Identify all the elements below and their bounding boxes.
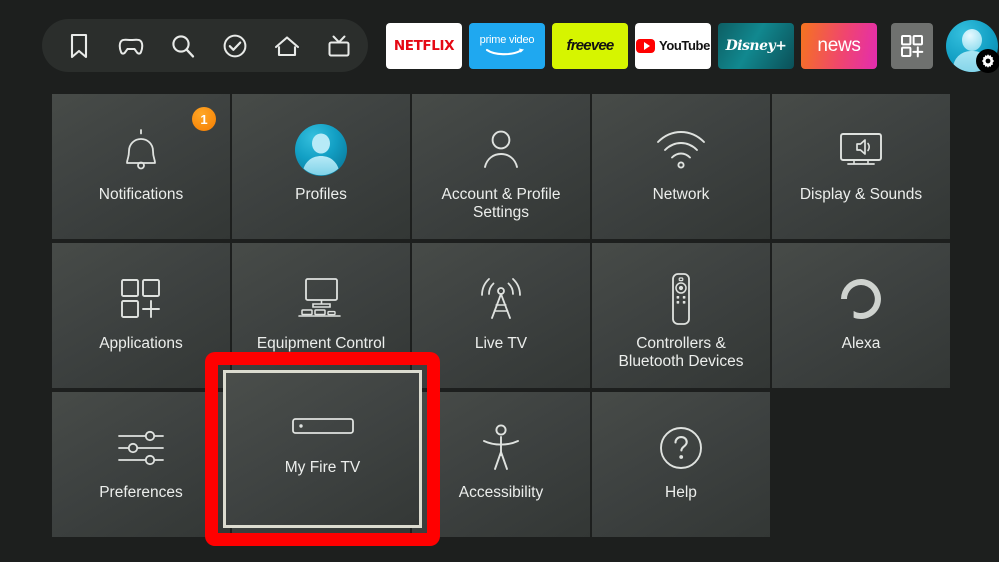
broadcast-tower-icon [474, 271, 528, 327]
tile-network[interactable]: Network [592, 94, 770, 239]
youtube-play-icon [636, 38, 656, 53]
tile-display-sounds[interactable]: Display & Sounds [772, 94, 950, 239]
settings-tile-grid: 1 Notifications Profiles Account & Profi… [52, 94, 950, 537]
tile-preferences[interactable]: Preferences [52, 392, 230, 537]
equipment-icon [294, 271, 348, 327]
top-navigation-bar: NETFLIX prime video freevee YouTube Disn… [42, 19, 999, 73]
app-tile-netflix[interactable]: NETFLIX [386, 22, 462, 69]
tv-speaker-icon [834, 122, 888, 178]
profile-avatar-icon [294, 122, 348, 178]
tile-account-profile-settings[interactable]: Account & Profile Settings [412, 94, 590, 239]
fire-tv-settings-screen: NETFLIX prime video freevee YouTube Disn… [0, 0, 999, 562]
search-icon[interactable] [168, 31, 198, 61]
wifi-icon [653, 122, 709, 178]
bell-icon [118, 122, 164, 178]
tile-label-alexa: Alexa [841, 335, 881, 352]
check-circle-icon[interactable] [220, 31, 250, 61]
live-tv-icon[interactable] [324, 31, 354, 61]
prime-smile-icon [485, 48, 524, 56]
tile-label-preferences: Preferences [99, 484, 183, 501]
tile-label-help: Help [665, 484, 697, 501]
app-shortcuts-row: NETFLIX prime video freevee YouTube Disn… [386, 19, 999, 73]
tile-equipment-control[interactable]: Equipment Control [232, 243, 410, 388]
tile-controllers-bluetooth[interactable]: Controllers & Bluetooth Devices [592, 243, 770, 388]
app-tile-youtube[interactable]: YouTube [635, 22, 711, 69]
app-label-netflix: NETFLIX [393, 37, 455, 54]
tile-label-accessibility: Accessibility [458, 484, 544, 501]
app-tile-freevee[interactable]: freevee [552, 22, 628, 69]
tile-label-display-sounds: Display & Sounds [799, 186, 923, 203]
gear-icon[interactable] [976, 48, 999, 73]
apps-plus-icon [117, 271, 165, 327]
person-outline-icon [477, 122, 525, 178]
tile-alexa[interactable]: Alexa [772, 243, 950, 388]
tile-label-account-profile-settings: Account & Profile Settings [441, 186, 561, 222]
alexa-ring-icon [837, 271, 885, 327]
tile-applications[interactable]: Applications [52, 243, 230, 388]
notifications-badge: 1 [192, 107, 216, 131]
tile-label-equipment-control: Equipment Control [256, 335, 386, 352]
app-tile-prime-video[interactable]: prime video [469, 22, 545, 69]
app-label-disney-plus: Disney+ [725, 37, 787, 54]
tile-label-profiles: Profiles [295, 186, 347, 203]
bookmark-icon[interactable] [64, 31, 94, 61]
app-tile-news[interactable]: news [801, 22, 877, 69]
tile-label-live-tv: Live TV [474, 335, 528, 352]
tile-profiles[interactable]: Profiles [232, 94, 410, 239]
fire-tv-stick-icon [291, 415, 355, 437]
app-tile-disney-plus[interactable]: Disney+ [718, 22, 794, 69]
tile-label-my-fire-tv: My Fire TV [284, 459, 361, 476]
tile-label-applications: Applications [99, 335, 183, 352]
tile-help[interactable]: Help [592, 392, 770, 537]
sliders-icon [114, 420, 168, 476]
tile-label-network: Network [652, 186, 710, 203]
app-label-freevee: freevee [566, 37, 615, 54]
tile-live-tv[interactable]: Live TV [412, 243, 590, 388]
tile-label-controllers-bluetooth: Controllers & Bluetooth Devices [618, 335, 744, 371]
tile-notifications[interactable]: 1 Notifications [52, 94, 230, 239]
app-label-prime-video: prime video [479, 34, 535, 46]
remote-icon [664, 271, 698, 327]
avatar-head [962, 29, 982, 52]
app-label-news: news [817, 34, 861, 56]
tile-my-fire-tv-selected[interactable]: My Fire TV [223, 370, 422, 528]
nav-icon-pill [42, 19, 368, 72]
profile-avatar-button[interactable] [946, 19, 999, 73]
home-icon[interactable] [272, 31, 302, 61]
question-circle-icon [656, 420, 706, 476]
accessibility-icon [478, 420, 524, 476]
tile-label-notifications: Notifications [98, 186, 184, 203]
app-label-youtube: YouTube [659, 38, 710, 53]
game-controller-icon[interactable] [116, 31, 146, 61]
tile-accessibility[interactable]: Accessibility [412, 392, 590, 537]
apps-grid-icon[interactable] [891, 22, 933, 69]
